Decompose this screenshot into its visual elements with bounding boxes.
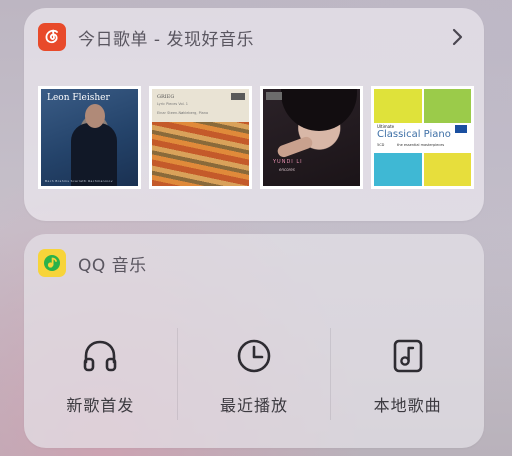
album-composer: GRIEG xyxy=(157,94,175,100)
action-label: 新歌首发 xyxy=(66,396,135,415)
local-songs-button[interactable]: 本地歌曲 xyxy=(330,328,484,420)
clock-icon xyxy=(237,339,271,373)
album-title: Classical Piano xyxy=(377,129,451,140)
album-title: encores xyxy=(279,167,295,172)
album-cover[interactable]: YUNDI LI encores xyxy=(260,86,363,189)
label-logo xyxy=(455,125,467,133)
album-art-figure xyxy=(85,104,105,128)
album-cover[interactable]: Leon Fleisher Bach Brahms Scarlatti Rach… xyxy=(38,86,141,189)
widget-title: 今日歌单 - 发现好音乐 xyxy=(78,29,254,50)
album-artist: Leon Fleisher xyxy=(47,93,110,103)
album-format: 5CD xyxy=(377,143,385,147)
album-title: Lyric Pieces Vol. 1 xyxy=(157,102,189,106)
qq-music-icon xyxy=(38,249,66,277)
recently-played-button[interactable]: 最近播放 xyxy=(176,328,331,420)
qq-music-widget: QQ 音乐 新歌首发 最近播放 本地歌曲 xyxy=(24,234,484,448)
chevron-right-icon[interactable] xyxy=(446,26,468,48)
new-songs-button[interactable]: 新歌首发 xyxy=(24,328,177,420)
widget-header: QQ 音乐 xyxy=(38,248,147,278)
album-cover[interactable]: Ultimate Classical Piano 5CD the essenti… xyxy=(371,86,474,189)
playlist-covers: Leon Fleisher Bach Brahms Scarlatti Rach… xyxy=(38,86,474,189)
music-note-icon xyxy=(393,339,422,373)
album-cover[interactable]: GRIEG Lyric Pieces Vol. 1 Einar Steen-Nø… xyxy=(149,86,252,189)
action-label: 最近播放 xyxy=(220,396,289,415)
netease-cloud-music-icon xyxy=(38,23,66,51)
widget-title: QQ 音乐 xyxy=(78,255,147,276)
daily-playlist-widget[interactable]: 今日歌单 - 发现好音乐 Leon Fleisher Bach Brahms S… xyxy=(24,8,484,221)
headphones-icon xyxy=(84,340,117,372)
album-subtitle: Bach Brahms Scarlatti Rachmaninov xyxy=(45,179,113,183)
quick-actions: 新歌首发 最近播放 本地歌曲 xyxy=(24,328,484,420)
label-logo xyxy=(231,93,245,100)
action-label: 本地歌曲 xyxy=(373,396,442,415)
widget-header: 今日歌单 - 发现好音乐 xyxy=(38,22,254,52)
label-logo xyxy=(266,92,282,100)
album-performer: Einar Steen-Nøkleberg, Piano xyxy=(157,111,209,115)
album-subtitle: the essential masterpieces xyxy=(397,143,445,147)
album-artist: YUNDI LI xyxy=(273,159,303,165)
